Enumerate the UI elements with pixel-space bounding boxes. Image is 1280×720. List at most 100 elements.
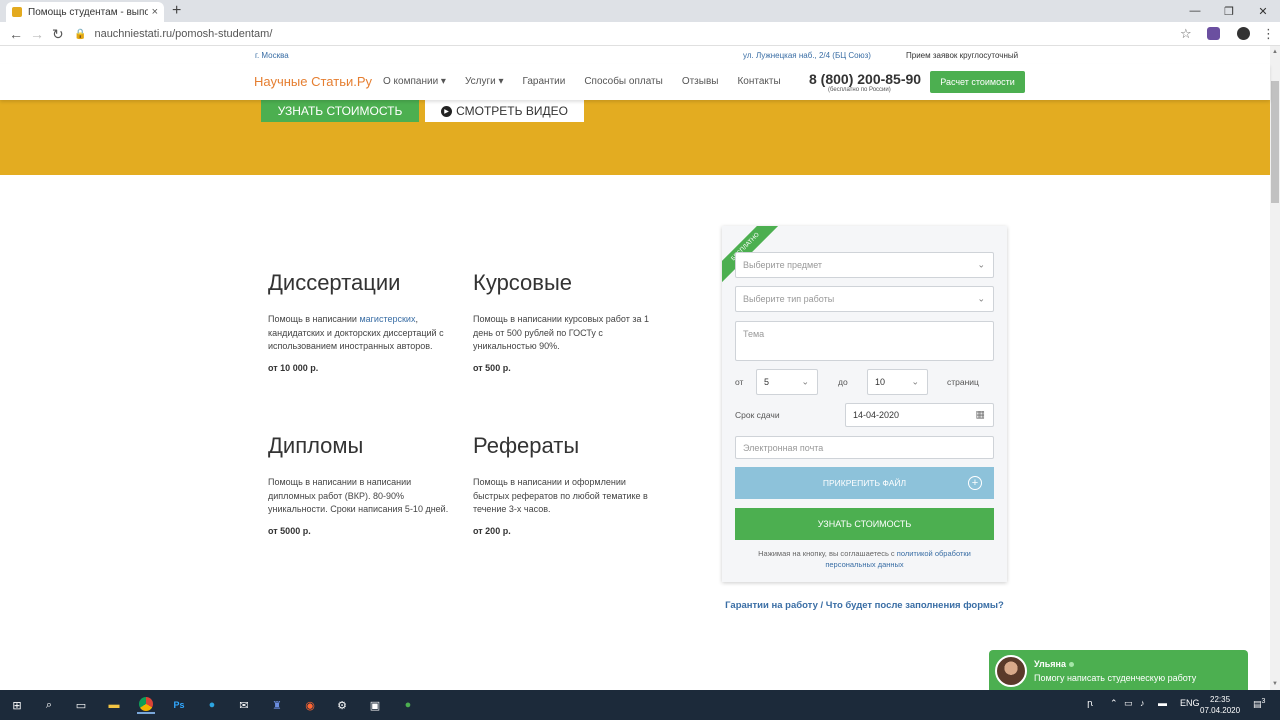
nav-item-guarantees[interactable]: Гарантии bbox=[523, 76, 566, 87]
scroll-down-icon[interactable]: ▼ bbox=[1272, 681, 1278, 687]
lock-icon: 🔒 bbox=[74, 28, 87, 40]
windows-taskbar: ⊞ ⌕ ▭ ▬ Ps ● ✉ ♜ ◉ ⚙ ▣ ● ꞃ ⌃ ▭ ♪ ▬ ENG 2… bbox=[0, 690, 1280, 720]
language-indicator[interactable]: ENG bbox=[1180, 698, 1200, 708]
extension-icon[interactable] bbox=[1207, 27, 1220, 40]
scroll-up-icon[interactable]: ▲ bbox=[1272, 49, 1278, 55]
minimize-icon[interactable]: — bbox=[1178, 0, 1212, 22]
chevron-down-icon: ⌄ bbox=[977, 259, 985, 270]
tray-chevron-icon[interactable]: ⌃ bbox=[1110, 698, 1118, 709]
work-type-select[interactable]: Выберите тип работы ⌄ bbox=[735, 286, 994, 312]
monitor-app-icon[interactable]: ▣ bbox=[366, 696, 384, 714]
service-description: Помощь в написании магистерских, кандида… bbox=[268, 314, 444, 351]
phone-number[interactable]: 8 (800) 200-85-90 bbox=[809, 71, 921, 87]
nav-item-contacts[interactable]: Контакты bbox=[737, 76, 780, 87]
nav-menu: О компании ▾ Услуги ▾ Гарантии Способы о… bbox=[383, 76, 800, 87]
reload-icon[interactable]: ↻ bbox=[52, 26, 64, 43]
page-scrollbar[interactable]: ▲ ▼ bbox=[1270, 46, 1280, 690]
watch-video-button[interactable]: ▶ СМОТРЕТЬ ВИДЕО bbox=[425, 100, 584, 122]
play-icon: ▶ bbox=[441, 105, 453, 117]
service-title: Дипломы bbox=[268, 433, 364, 458]
service-card-diplomas: Дипломы Помощь в написании в написании д… bbox=[268, 433, 458, 536]
restore-icon[interactable]: ❐ bbox=[1212, 0, 1246, 22]
guarantee-link[interactable]: Гарантии на работу / Что будет после зап… bbox=[722, 599, 1007, 613]
windows-start-icon[interactable]: ⊞ bbox=[8, 696, 26, 714]
search-icon[interactable]: ⌕ bbox=[40, 696, 58, 714]
submit-price-button[interactable]: УЗНАТЬ СТОИМОСТЬ bbox=[735, 508, 994, 540]
tray-person-icon[interactable]: ꞃ bbox=[1087, 698, 1093, 709]
online-status-icon bbox=[1068, 662, 1074, 667]
browser-tabbar: Помощь студентам - выполнен × + — ❐ ✕ bbox=[0, 0, 1280, 22]
browser-menu-icon[interactable]: ⋮ bbox=[1262, 26, 1275, 42]
scrollbar-thumb[interactable] bbox=[1271, 81, 1279, 203]
close-window-icon[interactable]: ✕ bbox=[1246, 0, 1280, 22]
chevron-down-icon: ⌄ bbox=[911, 376, 919, 387]
attach-file-button[interactable]: ПРИКРЕПИТЬ ФАЙЛ + bbox=[735, 467, 994, 499]
service-card-dissertations: Диссертации Помощь в написании магистерс… bbox=[268, 270, 458, 373]
service-price: от 500 р. bbox=[473, 362, 511, 373]
service-title: Диссертации bbox=[268, 270, 401, 295]
service-title: Курсовые bbox=[473, 270, 573, 295]
chrome-icon[interactable] bbox=[137, 696, 155, 714]
profile-avatar-icon[interactable] bbox=[1237, 27, 1250, 40]
nav-item-payment[interactable]: Способы оплаты bbox=[584, 76, 663, 87]
nav-item-reviews[interactable]: Отзывы bbox=[682, 76, 719, 87]
topic-textarea[interactable]: Тема bbox=[735, 321, 994, 361]
service-title: Рефераты bbox=[473, 433, 580, 458]
attach-file-label: ПРИКРЕПИТЬ ФАЙЛ bbox=[822, 478, 907, 488]
operator-name: Ульяна bbox=[1034, 659, 1074, 669]
telegram-icon[interactable]: ● bbox=[203, 696, 221, 714]
utorrent-icon[interactable]: ● bbox=[399, 696, 417, 714]
subject-select[interactable]: Выберите предмет ⌄ bbox=[735, 252, 994, 278]
consent-note: Нажимая на кнопку, вы соглашаетесь с пол… bbox=[758, 549, 971, 569]
service-price: от 200 р. bbox=[473, 525, 511, 536]
settings-gear-icon[interactable]: ⚙ bbox=[333, 696, 351, 714]
tray-display-icon[interactable]: ▬ bbox=[1158, 698, 1167, 708]
tray-network-icon[interactable]: ▭ bbox=[1124, 698, 1133, 709]
site-logo[interactable]: Научные Статьи.Ру bbox=[254, 74, 372, 89]
city-link[interactable]: г. Москва bbox=[255, 51, 289, 60]
back-arrow-icon[interactable]: ← bbox=[9, 26, 23, 42]
url-text: nauchniestati.ru/pomosh-studentam/ bbox=[94, 28, 273, 40]
photoshop-icon[interactable]: Ps bbox=[170, 696, 188, 714]
chevron-down-icon: ⌄ bbox=[801, 376, 809, 387]
browser-tab[interactable]: Помощь студентам - выполнен × bbox=[6, 2, 164, 22]
tray-volume-icon[interactable]: ♪ bbox=[1140, 698, 1145, 708]
chevron-down-icon: ⌄ bbox=[977, 293, 985, 304]
nav-item-services[interactable]: Услуги ▾ bbox=[465, 76, 504, 87]
nav-item-about[interactable]: О компании ▾ bbox=[383, 76, 446, 87]
hero-price-button[interactable]: УЗНАТЬ СТОИМОСТЬ bbox=[261, 100, 419, 122]
operator-avatar bbox=[995, 655, 1027, 687]
new-tab-button[interactable]: + bbox=[172, 2, 181, 20]
forward-arrow-icon[interactable]: → bbox=[30, 26, 44, 42]
network-app-icon[interactable]: ♜ bbox=[268, 696, 286, 714]
media-player-icon[interactable]: ◉ bbox=[301, 696, 319, 714]
notifications-icon[interactable]: ▤3 bbox=[1253, 698, 1265, 710]
clock-date: 07.04.2020 bbox=[1200, 706, 1241, 715]
pages-from-label: от bbox=[735, 377, 744, 387]
hours-text: Прием заявок круглосуточный bbox=[906, 51, 1019, 60]
tab-title: Помощь студентам - выполнен bbox=[28, 6, 148, 18]
app-icon[interactable]: ✉ bbox=[235, 696, 253, 714]
deadline-date-input[interactable]: 14-04-2020 ▦ bbox=[845, 403, 994, 427]
close-tab-icon[interactable]: × bbox=[152, 6, 158, 18]
masters-link[interactable]: магистерских bbox=[359, 314, 415, 324]
email-field[interactable]: Электронная почта bbox=[735, 436, 994, 459]
service-card-essays: Рефераты Помощь в написании и оформлении… bbox=[473, 433, 663, 536]
file-explorer-icon[interactable]: ▬ bbox=[105, 696, 123, 714]
service-description: Помощь в написании в написании дипломных… bbox=[268, 477, 449, 514]
chat-widget[interactable]: Ульяна Помогу написать студенческую рабо… bbox=[989, 650, 1248, 692]
system-clock[interactable]: 22:35 07.04.2020 bbox=[1200, 694, 1240, 716]
task-view-icon[interactable]: ▭ bbox=[72, 696, 90, 714]
bookmark-star-icon[interactable]: ☆ bbox=[1180, 26, 1192, 42]
service-description: Помощь в написании курсовых работ за 1 д… bbox=[473, 314, 649, 351]
site-navigation: Научные Статьи.Ру О компании ▾ Услуги ▾ … bbox=[0, 64, 1270, 100]
calculate-price-button[interactable]: Расчет стоимости bbox=[930, 71, 1025, 93]
service-card-coursework: Курсовые Помощь в написании курсовых раб… bbox=[473, 270, 663, 373]
calendar-icon[interactable]: ▦ bbox=[976, 410, 985, 421]
chat-message: Помогу написать студенческую работу bbox=[1034, 673, 1197, 683]
pages-from-select[interactable]: 5 ⌄ bbox=[756, 369, 818, 395]
service-price: от 10 000 р. bbox=[268, 362, 319, 373]
address-bar[interactable]: 🔒 nauchniestati.ru/pomosh-studentam/ bbox=[74, 25, 1198, 43]
pages-to-select[interactable]: 10 ⌄ bbox=[867, 369, 928, 395]
address-link[interactable]: ул. Лужнецкая наб., 2/4 (БЦ Союз) bbox=[743, 51, 871, 60]
